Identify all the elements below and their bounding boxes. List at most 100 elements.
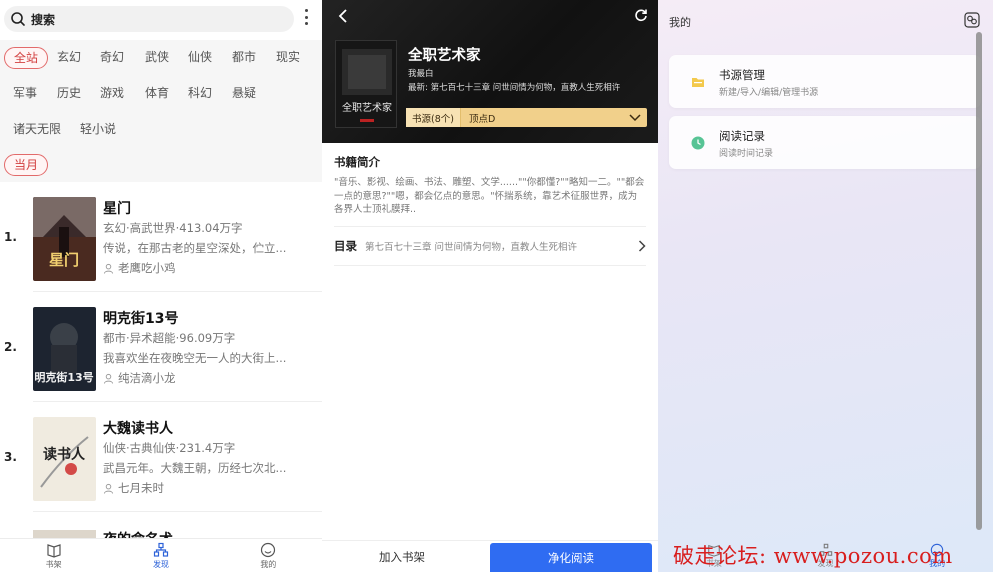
my-panel: 我的 书源管理 新建/导入/编辑/管理书源 阅读记录 阅读时间记录 书架 发现 …: [658, 0, 993, 572]
category-item[interactable]: 玄幻: [57, 48, 81, 66]
category-item[interactable]: 体育: [145, 84, 169, 102]
nav-bookshelf[interactable]: 书架: [0, 539, 107, 572]
source-count: 书源(8个): [406, 108, 461, 127]
cover-title: 星门: [49, 251, 79, 269]
list-item[interactable]: 1. 星门 星门 玄幻·高武世界·413.04万字 传说，在那古老的星空深处，伫…: [0, 182, 322, 292]
more-menu-icon[interactable]: [302, 9, 310, 25]
book-meta: 仙侠·古典仙侠·231.4万字: [103, 441, 236, 455]
toc-latest: 第七百七十三章 问世间情为何物，直教人生死相许: [365, 242, 578, 253]
discover-panel: 搜索 全站 玄幻 奇幻 武侠 仙侠 都市 现实 军事 历史 游戏 体育 科幻 悬…: [0, 0, 322, 572]
category-item[interactable]: 游戏: [100, 84, 124, 102]
search-placeholder: 搜索: [31, 12, 56, 27]
bookshelf-icon: [47, 543, 61, 558]
book-detail-panel: 全职艺术家 全职艺术家 我最白 最新: 第七百七十三章 问世间情为何物，直教人生…: [322, 0, 658, 572]
category-item[interactable]: 轻小说: [80, 120, 116, 138]
book-cover: 读书人: [33, 417, 96, 501]
book-title: 大魏读书人: [103, 421, 173, 437]
nav-label: 发现: [152, 559, 169, 569]
latest-chapter: 最新: 第七百七十三章 问世间情为何物，直教人生死相许: [408, 83, 621, 93]
category-item[interactable]: 军事: [13, 84, 37, 102]
book-title: 星门: [103, 201, 131, 217]
folder-icon: [692, 78, 704, 87]
user-icon: [103, 373, 114, 384]
category-item[interactable]: 奇幻: [100, 48, 124, 66]
back-arrow-icon[interactable]: [336, 8, 350, 24]
book-title: 全职艺术家: [408, 48, 481, 64]
nav-profile[interactable]: 我的: [215, 539, 322, 572]
bottom-nav: 书架 发现 我的: [0, 538, 322, 572]
author-name: 老鹰吃小鸡: [118, 261, 176, 275]
nav-label: 书架: [45, 559, 62, 569]
book-meta: 都市·异术超能·96.09万字: [103, 331, 236, 345]
list-item[interactable]: 3. 读书人 大魏读书人 仙侠·古典仙侠·231.4万字 武昌元年。大魏王朝，历…: [0, 402, 322, 512]
source-name: 顶点D: [468, 113, 496, 125]
page-title: 我的: [669, 16, 691, 29]
cover-title: 明克街13号: [34, 370, 93, 384]
author-name: 七月未时: [118, 481, 164, 495]
refresh-icon[interactable]: [634, 8, 648, 22]
author-name: 纯洁滴小龙: [118, 371, 176, 385]
intro-heading: 书籍简介: [334, 155, 380, 169]
card-subtitle: 阅读时间记录: [719, 149, 774, 159]
book-cover: [33, 530, 96, 538]
search-bar[interactable]: 搜索: [4, 6, 294, 32]
nav-label: 我的: [260, 559, 277, 569]
book-description: 传说，在那古老的星空深处，伫立...: [103, 241, 287, 255]
category-all[interactable]: 全站: [4, 47, 49, 69]
period-filter[interactable]: 当月: [4, 154, 49, 176]
rank-number: 2.: [4, 340, 17, 354]
book-author: 纯洁滴小龙: [103, 370, 176, 386]
read-record-card[interactable]: 阅读记录 阅读时间记录: [669, 116, 981, 169]
toc-row[interactable]: 目录 第七百七十三章 问世间情为何物，直教人生死相许: [334, 226, 646, 266]
cover-title: 读书人: [43, 446, 86, 463]
category-item[interactable]: 现实: [276, 48, 300, 66]
category-item[interactable]: 武侠: [145, 48, 169, 66]
card-title: 阅读记录: [719, 129, 765, 143]
discover-icon: [153, 542, 169, 557]
source-manage-card[interactable]: 书源管理 新建/导入/编辑/管理书源: [669, 55, 981, 108]
category-item[interactable]: 都市: [232, 48, 256, 66]
book-cover: 明克街13号: [33, 307, 96, 391]
divider: [33, 511, 322, 512]
source-selector[interactable]: 书源(8个) 顶点D: [406, 108, 647, 127]
user-icon: [103, 263, 114, 274]
book-cover: 全职艺术家: [335, 40, 397, 128]
add-to-shelf-button[interactable]: 加入书架: [346, 541, 458, 572]
profile-icon: [261, 542, 276, 557]
rank-number: 1.: [4, 230, 17, 244]
category-item[interactable]: 历史: [57, 84, 81, 102]
book-title: 夜的命名术: [103, 529, 173, 538]
book-author: 我最白: [408, 69, 434, 79]
clock-icon: [691, 136, 705, 150]
book-header: 全职艺术家 全职艺术家 我最白 最新: 第七百七十三章 问世间情为何物，直教人生…: [322, 0, 658, 143]
chevron-right-icon: [638, 240, 646, 252]
theme-icon[interactable]: [964, 12, 980, 28]
card-title: 书源管理: [719, 68, 765, 82]
category-item[interactable]: 悬疑: [232, 84, 256, 102]
list-item[interactable]: 夜的命名术: [0, 524, 322, 538]
category-item[interactable]: 科幻: [188, 84, 212, 102]
scrollbar[interactable]: [976, 32, 982, 530]
clean-read-button[interactable]: 净化阅读: [490, 543, 652, 572]
book-meta: 玄幻·高武世界·413.04万字: [103, 221, 243, 235]
category-item[interactable]: 诸天无限: [13, 120, 61, 138]
book-description: 武昌元年。大魏王朝，历经七次北...: [103, 461, 287, 475]
toc-label: 目录: [334, 239, 357, 253]
list-item[interactable]: 2. 明克街13号 明克街13号 都市·异术超能·96.09万字 我喜欢坐在夜晚…: [0, 292, 322, 402]
book-author: 老鹰吃小鸡: [103, 260, 176, 276]
detail-actions: 加入书架 净化阅读: [322, 540, 658, 572]
book-cover: 星门: [33, 197, 96, 281]
category-item[interactable]: 仙侠: [188, 48, 212, 66]
category-filter: 全站 玄幻 奇幻 武侠 仙侠 都市 现实 军事 历史 游戏 体育 科幻 悬疑 诸…: [0, 40, 322, 182]
chevron-down-icon: [629, 113, 641, 121]
intro-text: "音乐、影视、绘画、书法、雕塑、文学......""你都懂?""略知一二。""都…: [334, 177, 645, 215]
watermark: 破走论坛: www.pozou.com: [673, 544, 953, 568]
book-author: 七月未时: [103, 480, 164, 496]
book-description: 我喜欢坐在夜晚空无一人的大街上...: [103, 351, 287, 365]
search-icon: [11, 12, 25, 26]
card-subtitle: 新建/导入/编辑/管理书源: [719, 88, 819, 98]
nav-discover[interactable]: 发现: [107, 539, 214, 572]
cover-title: 全职艺术家: [342, 101, 392, 114]
user-icon: [103, 483, 114, 494]
rank-number: 3.: [4, 450, 17, 464]
